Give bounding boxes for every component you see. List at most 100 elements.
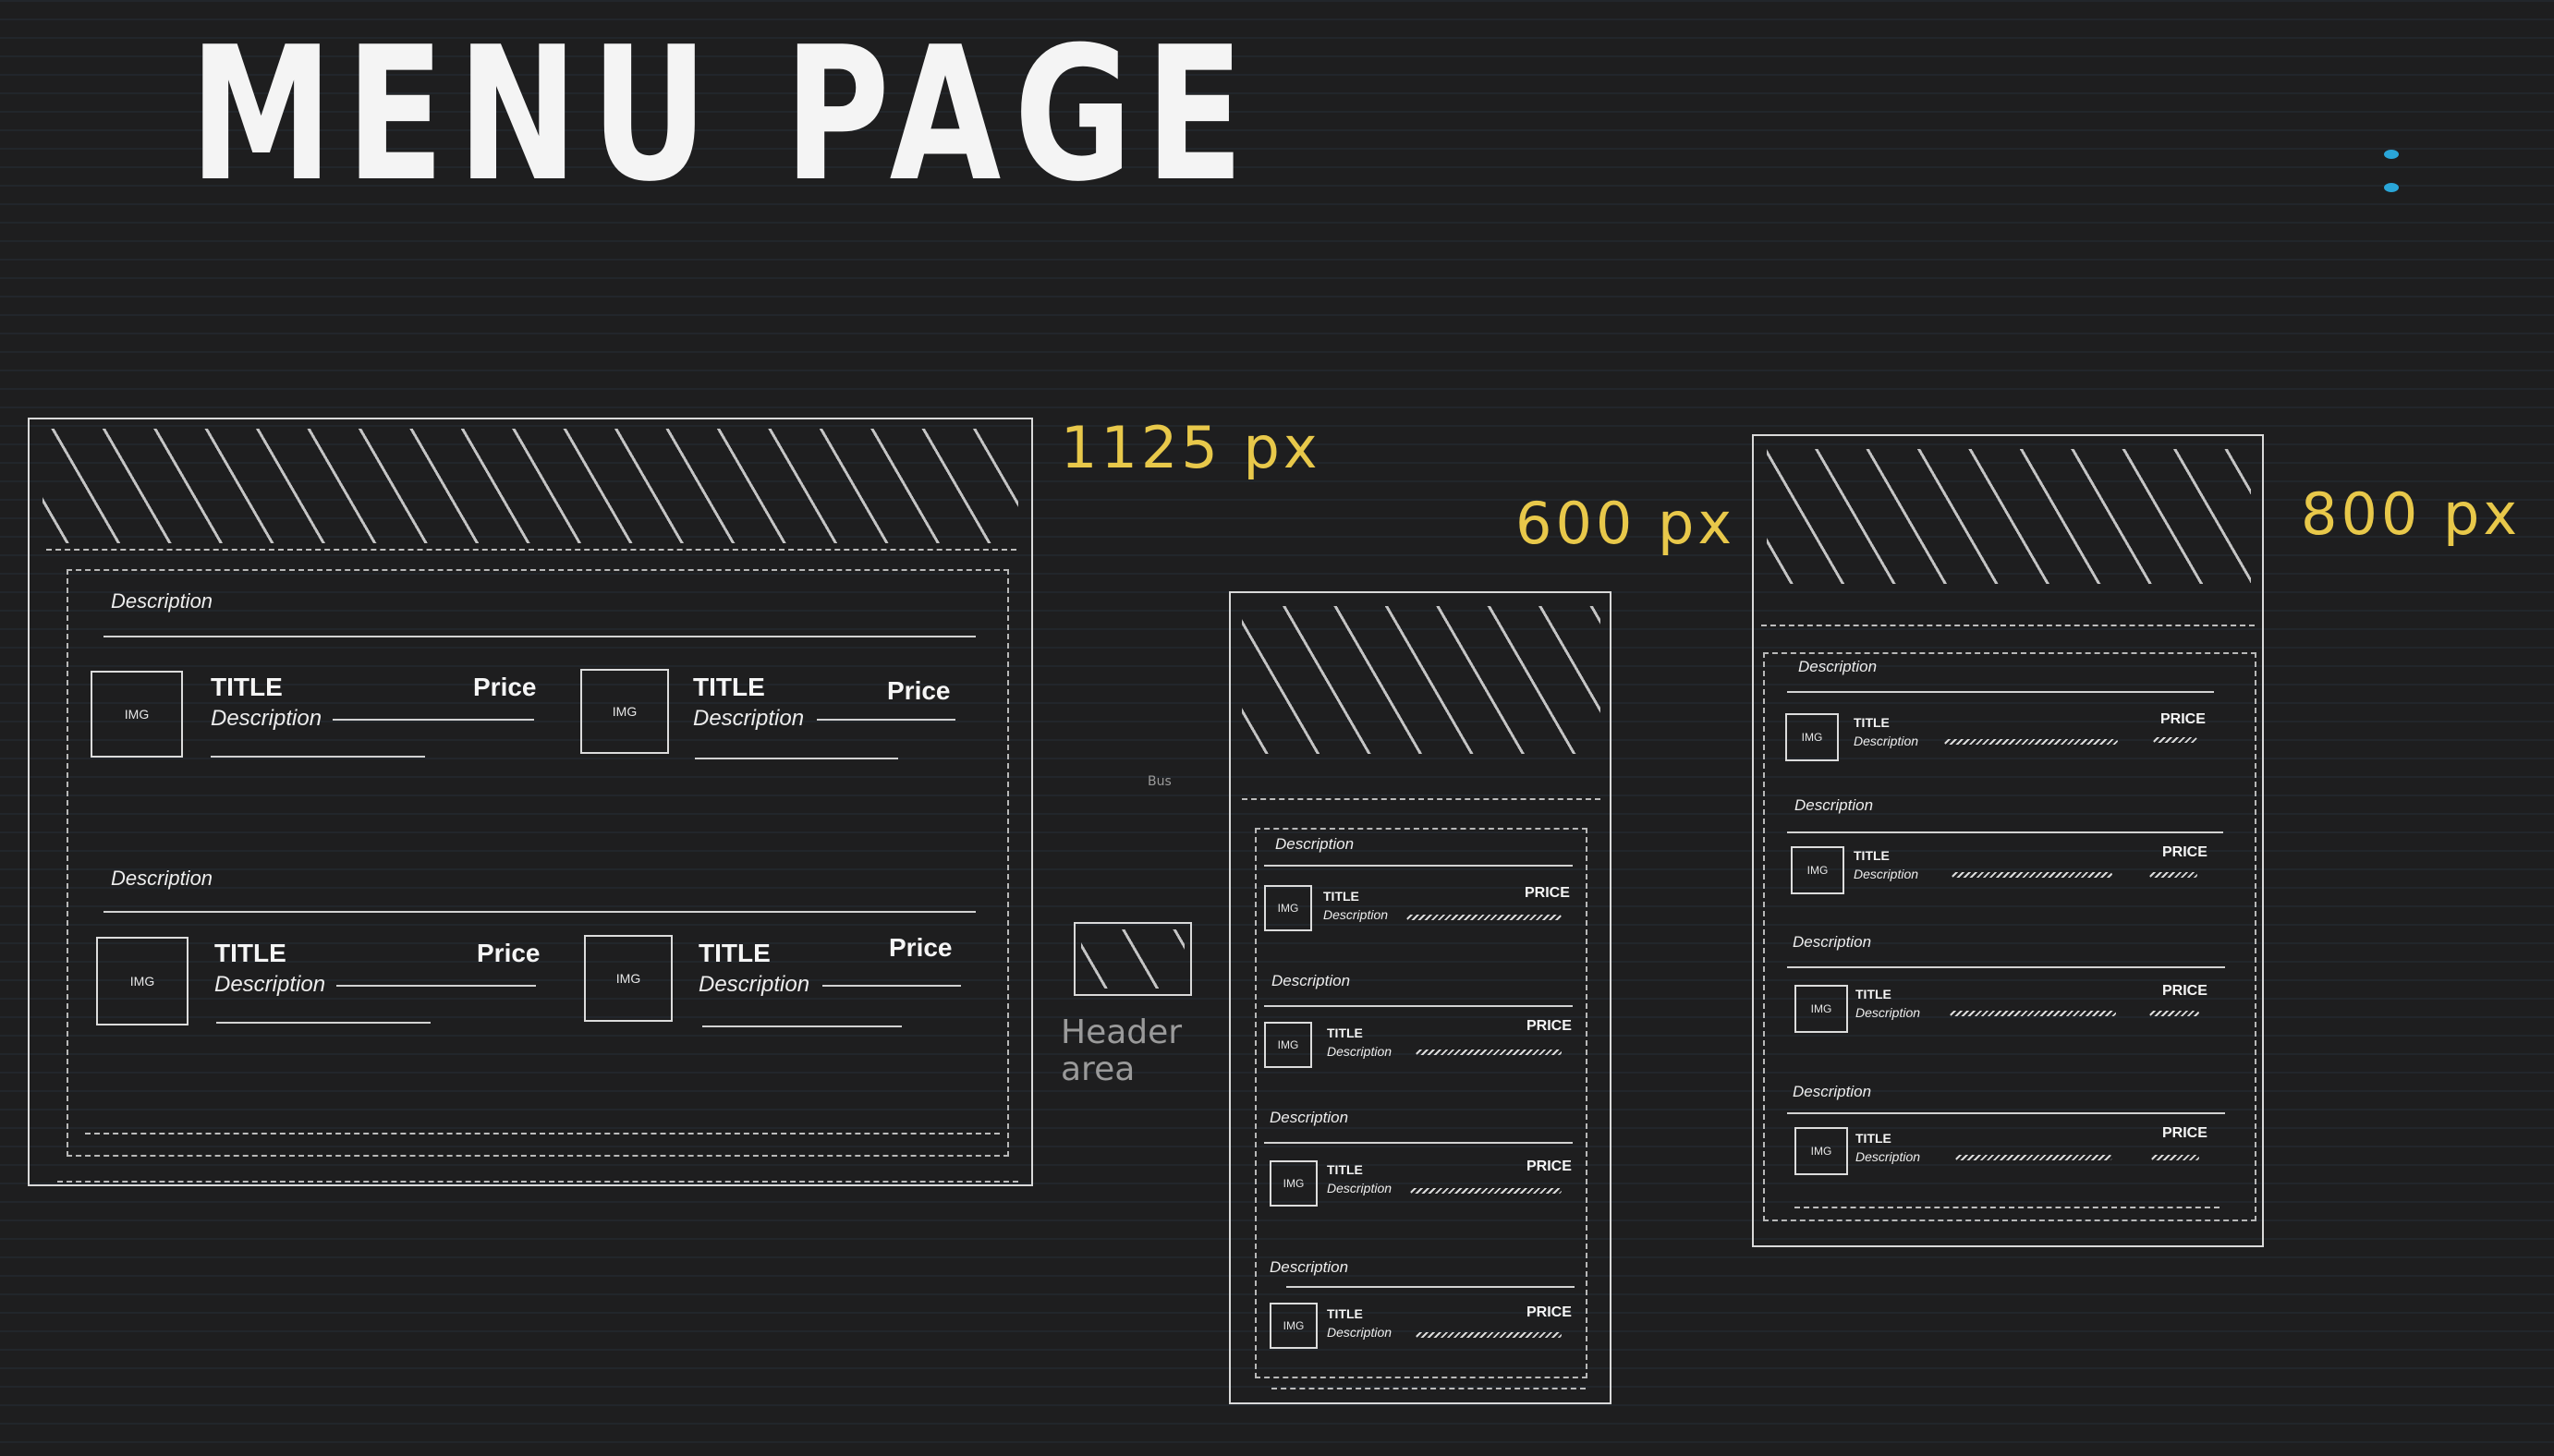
menu-item-scribble [1952, 872, 2112, 878]
menu-item-image: IMG [1270, 1160, 1318, 1207]
narrow-section-description: Description [1794, 796, 1874, 814]
menu-item-line [822, 985, 961, 987]
narrow-bottom-divider [1794, 1207, 2220, 1208]
medium-section-underline [1264, 1005, 1573, 1007]
menu-item-image: IMG [96, 937, 189, 1025]
menu-item-scribble [1416, 1332, 1562, 1338]
header-legend-hatch [1081, 929, 1185, 989]
menu-item-title: TITLE [1327, 1306, 1363, 1321]
medium-section-description: Description [1270, 1258, 1349, 1276]
menu-item-image: IMG [1794, 1127, 1848, 1175]
menu-item-image: IMG [1264, 1022, 1312, 1068]
narrow-header-area [1767, 449, 2251, 584]
menu-item-title: TITLE [1855, 1131, 1891, 1146]
menu-item-scribble [1955, 1155, 2112, 1160]
wide-footer-divider [85, 1133, 1000, 1134]
menu-item-price: PRICE [2162, 844, 2207, 860]
wide-layout-frame: Description IMG TITLE Description Price … [28, 418, 1033, 1186]
menu-item-price: PRICE [2160, 711, 2206, 727]
menu-item-image: IMG [584, 935, 673, 1022]
medium-section-description: Description [1271, 972, 1351, 989]
menu-item-description: Description [1855, 1005, 1921, 1020]
wide-content-area [67, 569, 1009, 1157]
menu-item-price: Price [477, 939, 541, 967]
menu-item-image: IMG [1794, 985, 1848, 1033]
width-label-800: 800 px [2301, 480, 2522, 548]
menu-item-line [702, 1025, 902, 1027]
width-label-600: 600 px [1515, 490, 1736, 557]
menu-item-price: PRICE [2162, 1125, 2207, 1141]
menu-item-title: TITLE [214, 939, 286, 967]
narrow-section-description: Description [1793, 933, 1872, 951]
menu-item-description: Description [1327, 1325, 1393, 1340]
menu-item-line [216, 1022, 431, 1024]
menu-item-title: TITLE [1327, 1025, 1363, 1040]
header-area-label: Header area [1061, 1013, 1183, 1088]
narrow-section-underline [1787, 1112, 2225, 1114]
menu-item-title: TITLE [1854, 848, 1890, 863]
bus-label: Bus [1148, 774, 1172, 789]
narrow-section-description: Description [1798, 658, 1878, 675]
accent-dot-top [2384, 150, 2399, 159]
menu-item-line [333, 719, 534, 721]
menu-item-scribble [1944, 739, 2118, 745]
menu-item-scribble [2153, 737, 2197, 743]
medium-section-underline [1264, 1142, 1573, 1144]
wide-section-underline [103, 636, 976, 637]
menu-item-description: Description [1855, 1149, 1921, 1164]
menu-item-line [211, 756, 425, 758]
menu-item-price: PRICE [1526, 1018, 1572, 1034]
accent-dot-bottom [2384, 183, 2399, 192]
medium-section-description: Description [1275, 835, 1355, 853]
menu-item-line [695, 758, 898, 759]
menu-item-price: PRICE [1526, 1304, 1572, 1320]
menu-item-description: Description [693, 706, 805, 731]
medium-layout-frame: Description IMG TITLE Description PRICE … [1229, 591, 1611, 1404]
menu-item-price: Price [473, 673, 537, 701]
wide-bottom-divider [57, 1181, 1018, 1183]
wide-section-description: Description [111, 867, 213, 890]
menu-item-scribble [2149, 1011, 2199, 1016]
page-title: MENU PAGE [189, 7, 1258, 223]
wide-section-description: Description [111, 589, 213, 613]
menu-item-description: Description [699, 972, 810, 997]
menu-item-scribble [2151, 1155, 2199, 1160]
menu-item-title: TITLE [1327, 1162, 1363, 1177]
medium-bottom-divider [1271, 1388, 1586, 1389]
menu-item-line [817, 719, 955, 721]
menu-item-image: IMG [1264, 885, 1312, 931]
menu-item-image: IMG [580, 669, 669, 754]
header-legend-box [1074, 922, 1192, 996]
menu-item-scribble [1416, 1050, 1562, 1055]
wide-section-underline [103, 911, 976, 913]
menu-item-title: TITLE [699, 939, 771, 967]
menu-item-image: IMG [1785, 713, 1839, 761]
narrow-section-underline [1787, 831, 2223, 833]
menu-item-line [336, 985, 536, 987]
medium-header-area [1242, 606, 1600, 754]
medium-section-underline [1264, 865, 1573, 867]
wide-header-area [43, 429, 1018, 543]
narrow-header-divider [1761, 625, 2255, 626]
menu-item-price: Price [887, 676, 951, 705]
medium-section-description: Description [1270, 1109, 1349, 1126]
medium-header-divider [1242, 798, 1600, 800]
menu-item-description: Description [1854, 734, 1919, 748]
menu-item-price: PRICE [1525, 885, 1570, 901]
narrow-section-description: Description [1793, 1083, 1872, 1100]
menu-item-title: TITLE [1854, 715, 1890, 730]
wide-header-divider [46, 549, 1016, 551]
menu-item-title: TITLE [693, 673, 765, 701]
menu-item-title: TITLE [1323, 889, 1359, 904]
menu-item-description: Description [1327, 1181, 1393, 1195]
menu-item-description: Description [214, 972, 326, 997]
menu-item-image: IMG [1791, 846, 1844, 894]
menu-item-title: TITLE [1855, 987, 1891, 1001]
medium-section-underline [1286, 1286, 1575, 1288]
menu-item-scribble [2149, 872, 2197, 878]
menu-item-price: PRICE [1526, 1159, 1572, 1174]
menu-item-image: IMG [91, 671, 183, 758]
menu-item-description: Description [211, 706, 322, 731]
menu-item-scribble [1406, 915, 1562, 920]
menu-item-scribble [1410, 1188, 1562, 1194]
